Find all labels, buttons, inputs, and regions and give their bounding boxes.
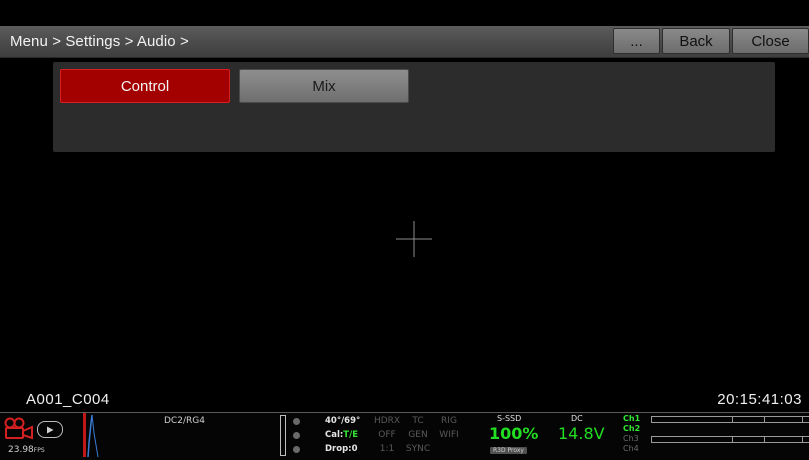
power-voltage: 14.8V	[558, 424, 605, 443]
channel-meter	[651, 416, 809, 423]
media-label: S-SSD	[497, 414, 522, 423]
hdrx-value: OFF	[378, 430, 396, 440]
status-led	[293, 418, 300, 425]
hdrx-label: HDRX	[373, 416, 401, 426]
rig-label: RIG	[441, 416, 457, 426]
status-bar: 23.98FPS DC2/RG4 40°/69° Cal:T/E Drop:0 …	[0, 412, 809, 460]
audio-level-meter	[83, 413, 99, 457]
ratio-value: 1:1	[379, 444, 395, 454]
fps-unit: FPS	[33, 447, 45, 454]
meter-tick	[732, 417, 733, 422]
menu-bar: Menu > Settings > Audio > ... Back Close	[0, 26, 809, 58]
channel-meter	[651, 436, 809, 443]
bracket-divider	[280, 415, 286, 456]
meter-tick	[764, 417, 765, 422]
status-led	[293, 432, 300, 439]
cal-value: T/E	[343, 430, 359, 440]
fps-readout: 23.98FPS	[8, 445, 45, 455]
sensor-temp: 40°/69°	[325, 416, 361, 426]
close-button[interactable]: Close	[732, 28, 809, 54]
media-format-badge: R3D Proxy	[490, 447, 527, 454]
back-button[interactable]: Back	[662, 28, 730, 54]
meter-tick	[732, 437, 733, 442]
codec-label: DC2/RG4	[164, 416, 205, 426]
sync-label: SYNC	[405, 444, 431, 454]
channel-4-label: Ch4	[623, 444, 639, 453]
breadcrumb[interactable]: Menu > Settings > Audio >	[10, 33, 189, 50]
clip-name: A001_C004	[26, 391, 110, 408]
camera-screen: Menu > Settings > Audio > ... Back Close…	[0, 0, 809, 460]
channel-2-label: Ch2	[623, 424, 641, 433]
calibration-status: Cal:T/E	[325, 430, 358, 440]
status-led	[293, 446, 300, 453]
tab-control[interactable]: Control	[60, 69, 230, 103]
channel-3-label: Ch3	[623, 434, 639, 443]
record-camera-icon[interactable]	[4, 417, 34, 439]
dropped-frames: Drop:0	[325, 444, 358, 454]
power-label: DC	[571, 414, 583, 423]
media-percent: 100%	[489, 424, 539, 443]
timecode: 20:15:41:03	[717, 391, 802, 408]
crosshair-icon	[396, 221, 432, 257]
more-button[interactable]: ...	[613, 28, 660, 54]
audio-settings-panel: Control Mix	[53, 62, 775, 152]
fps-value: 23.98	[8, 445, 34, 455]
channel-1-label: Ch1	[623, 414, 641, 423]
cal-label: Cal:	[325, 430, 344, 440]
meter-tick	[802, 417, 803, 422]
wifi-label: WIFI	[439, 430, 459, 440]
play-icon[interactable]	[37, 421, 63, 438]
tc-value: GEN	[408, 430, 428, 440]
meter-tick	[764, 437, 765, 442]
tc-label: TC	[412, 416, 424, 426]
tab-mix[interactable]: Mix	[239, 69, 409, 103]
meter-tick	[802, 437, 803, 442]
play-triangle-icon	[47, 426, 54, 434]
